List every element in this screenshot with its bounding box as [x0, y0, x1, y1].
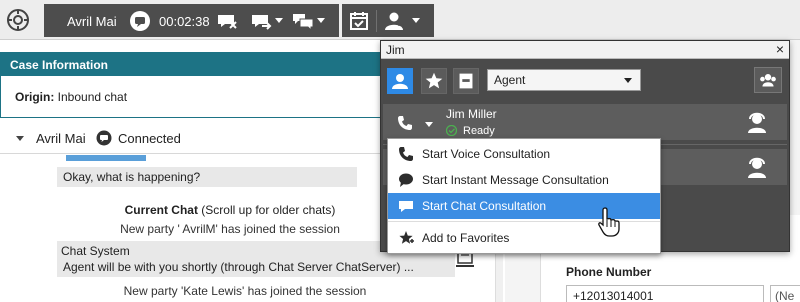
interaction-timer: 00:02:38 — [159, 14, 210, 29]
menu-item-start-voice-consultation[interactable]: Start Voice Consultation — [388, 141, 660, 167]
interaction-toolbar: Avril Mai 00:02:38 — [44, 4, 339, 37]
origin-label: Origin: — [15, 90, 55, 104]
all-contacts-filter-icon[interactable] — [387, 68, 413, 94]
group-contacts-icon[interactable] — [754, 67, 782, 93]
consult-chat-icon[interactable] — [292, 10, 314, 32]
menu-item-label: Start Instant Message Consultation — [422, 173, 609, 187]
contact-status: Ready — [463, 125, 495, 137]
phone-icon[interactable] — [397, 115, 413, 131]
chat-message: Okay, what is happening? — [57, 167, 357, 187]
chat-status-icon — [130, 11, 150, 31]
transfer-caret-icon[interactable] — [275, 18, 283, 23]
top-toolbar: Avril Mai 00:02:38 — [0, 0, 800, 40]
contact-row[interactable]: Jim Miller Ready — [383, 104, 787, 140]
menu-item-label: Start Voice Consultation — [422, 147, 551, 161]
consult-caret-icon[interactable] — [317, 18, 325, 23]
contact-type-dropdown[interactable]: Agent — [487, 69, 641, 91]
phone-number-field[interactable]: +12013014001 — [566, 285, 764, 302]
system-text: Agent will be with you shortly (through … — [63, 260, 414, 274]
party-name: Avril Mai — [36, 131, 86, 146]
recent-filter-icon[interactable] — [453, 68, 479, 94]
agent-headset-icon — [748, 157, 766, 178]
phone-number-label: Phone Number — [566, 265, 652, 279]
close-icon[interactable]: × — [776, 41, 784, 57]
party-status: Connected — [118, 131, 181, 146]
toolbar-divider — [376, 10, 377, 32]
contact-type-value: Agent — [494, 73, 526, 87]
search-header: Jim × — [381, 41, 789, 59]
system-notice: New party 'Kate Lewis' has joined the se… — [123, 284, 367, 298]
star-add-icon — [399, 231, 414, 244]
menu-item-label: Add to Favorites — [422, 231, 510, 245]
contact-actions-caret-icon[interactable] — [425, 122, 433, 127]
menu-item-start-im-consultation[interactable]: Start Instant Message Consultation — [388, 167, 660, 193]
agent-headset-icon — [748, 112, 766, 133]
message-highlight — [66, 155, 146, 161]
search-query[interactable]: Jim — [386, 43, 405, 57]
team-communicator-caret-icon[interactable] — [412, 18, 420, 23]
menu-item-label: Start Chat Consultation — [422, 199, 547, 213]
team-communicator-icon[interactable] — [384, 10, 406, 32]
chevron-down-icon — [624, 78, 632, 83]
end-chat-icon[interactable] — [216, 10, 238, 32]
case-origin-row: Origin: Inbound chat — [0, 76, 395, 118]
current-chat-hint: (Scroll up for older chats) — [197, 203, 336, 217]
case-information-header[interactable]: Case Information — [0, 52, 395, 76]
origin-value-text: Inbound chat — [57, 90, 128, 104]
settings-gear-icon[interactable] — [6, 8, 30, 32]
chat-bubble-icon — [399, 173, 413, 187]
chat-connected-icon — [96, 130, 112, 146]
tools-toolbar — [342, 4, 434, 37]
system-sender: Chat System — [61, 244, 130, 258]
chat-icon — [399, 201, 413, 212]
transfer-chat-icon[interactable] — [250, 10, 272, 32]
schedule-callback-icon[interactable] — [348, 10, 370, 32]
phone-type-field[interactable]: (Ne — [770, 285, 800, 302]
phone-icon — [399, 147, 413, 161]
hand-cursor-icon — [598, 207, 620, 237]
ready-status-icon — [446, 125, 457, 136]
contact-name: Jim Miller — [446, 107, 497, 121]
agent-name: Avril Mai — [67, 14, 117, 29]
current-chat-bold: Current Chat — [124, 203, 198, 217]
party-expand-caret-icon[interactable] — [16, 136, 24, 141]
favorites-filter-icon[interactable] — [421, 68, 447, 94]
